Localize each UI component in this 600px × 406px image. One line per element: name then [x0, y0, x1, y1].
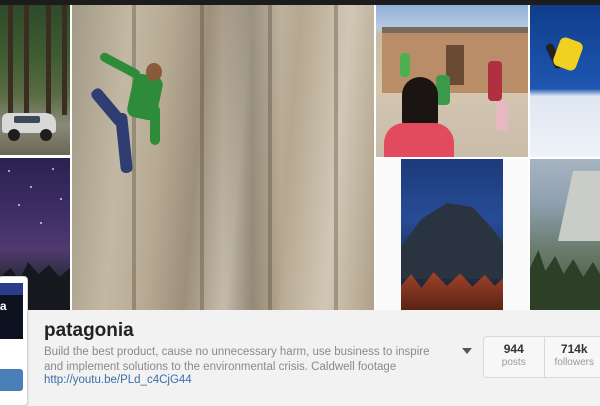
posts-count: 944 — [484, 342, 544, 356]
chevron-down-icon[interactable] — [462, 348, 472, 354]
photo-snowboarder[interactable] — [530, 5, 600, 157]
profile-bio: Build the best product, cause no unneces… — [44, 345, 444, 375]
profile-header: ia patagonia Build the best product, cau… — [0, 310, 600, 403]
logo-text: ia — [0, 299, 6, 313]
stat-followers[interactable]: 714k followers — [544, 337, 600, 377]
photo-car-in-forest[interactable] — [0, 5, 70, 155]
profile-username: patagonia — [44, 320, 134, 342]
photo-el-capitan-night[interactable] — [376, 159, 528, 310]
photo-mountain-valley[interactable] — [530, 159, 600, 310]
followers-count: 714k — [545, 342, 600, 356]
photo-mosaic — [0, 5, 600, 310]
stat-posts[interactable]: 944 posts — [484, 337, 544, 377]
profile-link[interactable]: http://youtu.be/PLd_c4CjG44 — [44, 374, 192, 386]
avatar[interactable]: ia — [0, 276, 28, 406]
posts-label: posts — [484, 356, 544, 369]
followers-label: followers — [545, 356, 600, 369]
profile-stats: 944 posts 714k followers — [483, 336, 600, 378]
photo-people-by-hut[interactable] — [376, 5, 528, 157]
patagonia-logo: ia — [0, 283, 23, 339]
follow-button[interactable] — [0, 369, 23, 391]
photo-climber-on-wall[interactable] — [72, 5, 374, 310]
